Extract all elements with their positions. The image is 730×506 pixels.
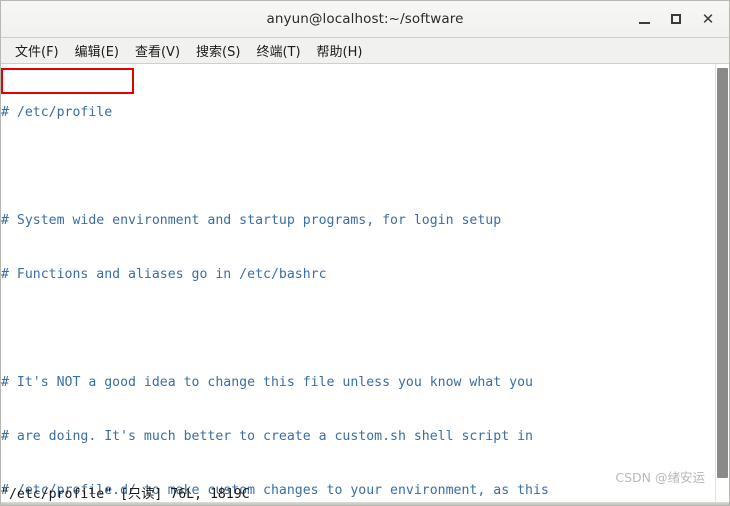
close-button[interactable]: ✕ (693, 4, 723, 34)
terminal-content[interactable]: # /etc/profile # System wide environment… (1, 64, 729, 505)
title-bar: anyun@localhost:~/software ✕ (1, 1, 729, 38)
minimize-button[interactable] (629, 4, 659, 34)
menu-item-file[interactable]: 文件(F) (7, 39, 67, 62)
window-bottom-edge (1, 502, 729, 505)
line-text-2: # System wide environment and startup pr… (1, 213, 502, 228)
line-text-0: # /etc/profile (1, 105, 113, 120)
editor-line: # Functions and aliases go in /etc/bashr… (1, 266, 713, 284)
menu-item-help[interactable]: 帮助(H) (309, 39, 371, 62)
close-icon: ✕ (701, 9, 715, 28)
menu-item-terminal[interactable]: 终端(T) (248, 39, 308, 62)
window-title: anyun@localhost:~/software (266, 11, 464, 27)
line-text-3: # Functions and aliases go in /etc/bashr… (1, 267, 327, 282)
minimize-icon (638, 22, 650, 24)
watermark: CSDN @绪安运 (615, 470, 705, 485)
menu-item-view[interactable]: 查看(V) (127, 39, 188, 62)
menu-item-edit[interactable]: 编辑(E) (67, 39, 127, 62)
window-controls: ✕ (629, 1, 723, 37)
editor-line: # are doing. It's much better to create … (1, 428, 713, 446)
menu-bar: 文件(F) 编辑(E) 查看(V) 搜索(S) 终端(T) 帮助(H) (1, 38, 729, 64)
line-text-6: # are doing. It's much better to create … (1, 429, 533, 444)
editor-buffer: # /etc/profile # System wide environment… (1, 68, 713, 505)
vim-status-line: "/etc/profile" [只读] 76L, 1819C (1, 487, 250, 502)
line-text-5: # It's NOT a good idea to change this fi… (1, 375, 533, 390)
scrollbar[interactable] (715, 64, 729, 505)
editor-line: # It's NOT a good idea to change this fi… (1, 374, 713, 392)
editor-line: # /etc/profile (1, 104, 713, 122)
maximize-icon (671, 14, 681, 24)
terminal-window: anyun@localhost:~/software ✕ 文件(F) 编辑(E)… (0, 0, 730, 506)
editor-line: # System wide environment and startup pr… (1, 212, 713, 230)
scrollbar-thumb[interactable] (717, 68, 728, 478)
maximize-button[interactable] (661, 4, 691, 34)
menu-item-search[interactable]: 搜索(S) (188, 39, 248, 62)
